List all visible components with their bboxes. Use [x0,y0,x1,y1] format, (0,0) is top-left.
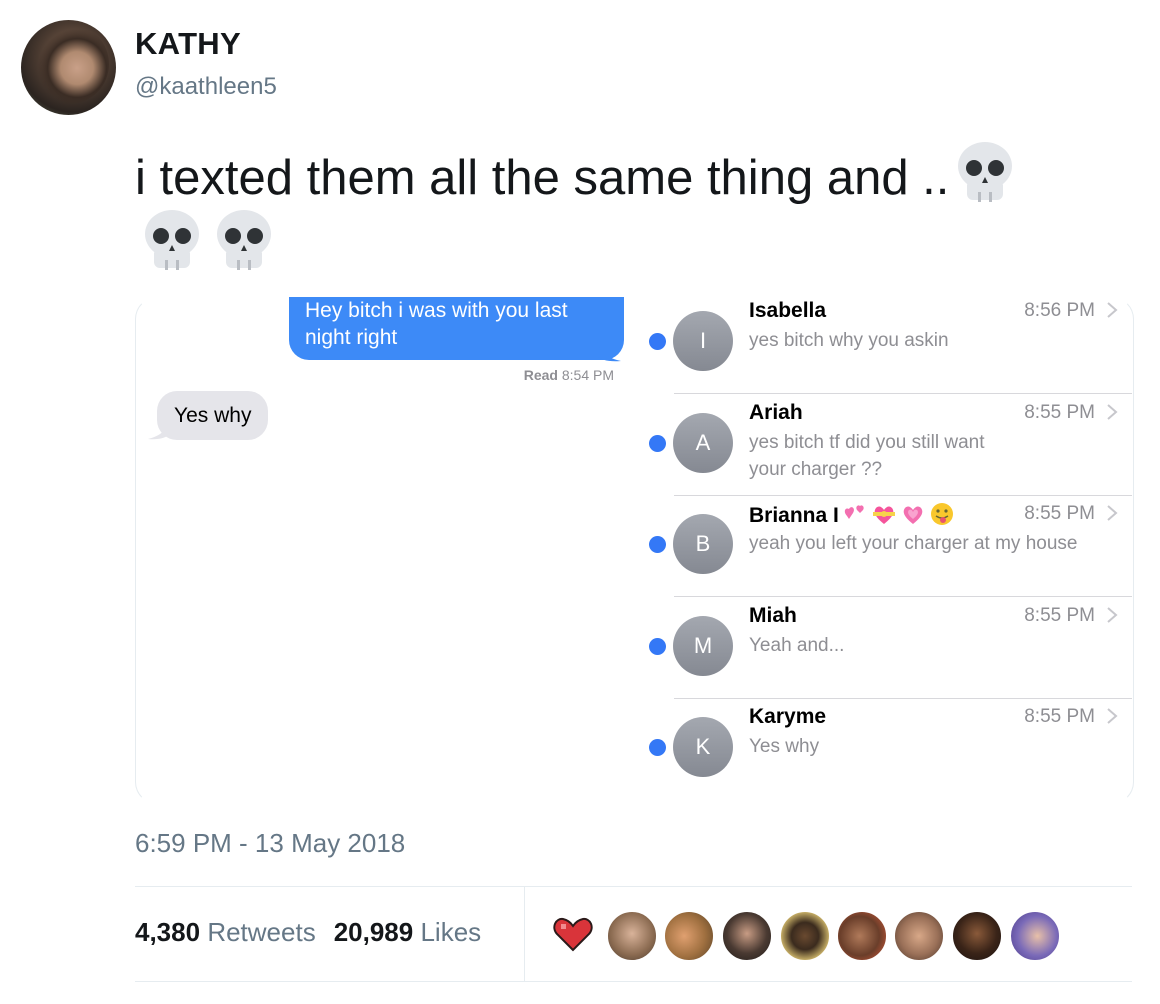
message-time: 8:55 PM [1024,605,1095,626]
pixel-heart-icon [553,917,593,952]
liker-avatar[interactable] [893,910,945,962]
tweet-stats: 4,380 Retweets 20,989 Likes [135,917,481,948]
contact-avatar: B [673,514,733,574]
user-avatar[interactable] [21,20,116,115]
chevron-right-icon [1107,505,1118,521]
skull-icon [217,210,271,270]
unread-dot [649,638,666,655]
contact-avatar: M [673,616,733,676]
tweet-text-body: i texted them all the same thing and .. [135,151,950,205]
conversation-row[interactable]: M Miah 8:55 PM Yeah and... [640,598,1132,699]
tweet-text: i texted them all the same thing and .. [135,140,1135,213]
sent-message-bubble: Hey bitch i was with you last night righ… [289,297,624,360]
message-time: 8:56 PM [1024,300,1095,321]
reply-text: Yes why [174,404,252,427]
liker-avatar[interactable] [951,910,1003,962]
bubble-tail [597,340,621,362]
liker-avatar[interactable] [1009,910,1061,962]
contact-name: Miah [749,604,797,627]
liker-avatar[interactable] [779,910,831,962]
read-receipt: Read 8:54 PM [490,367,614,383]
contact-name: Ariah [749,401,803,424]
conversation-row[interactable]: K Karyme 8:55 PM Yes why [640,699,1132,800]
chevron-right-icon [1107,607,1118,623]
message-preview: Yeah and... [749,635,845,656]
row-divider [674,393,1132,394]
retweets-label: Retweets [207,917,316,947]
conversation-row[interactable]: A Ariah 8:55 PM yes bitch tf did you sti… [640,395,1132,496]
tongue-face-icon [930,503,953,525]
skull-icon [958,142,1013,202]
read-time: 8:54 PM [561,367,614,383]
contact-avatar: I [673,311,733,371]
skull-row [142,208,286,272]
message-preview: yes bitch tf did you still want your cha… [749,432,985,480]
liker-avatar[interactable] [721,910,773,962]
unread-dot [649,739,666,756]
message-time: 8:55 PM [1024,503,1095,524]
reply-bubble: Yes why [157,391,269,440]
row-divider [674,596,1132,597]
conversation-row[interactable]: B Brianna I 8:55 PM yeah you left your c… [640,496,1132,597]
message-preview: Yes why [749,736,820,757]
heart-with-ribbon-icon [872,506,895,524]
contact-avatar: A [673,413,733,473]
message-preview: yeah you left your charger at my house [749,533,1078,554]
contact-name: Brianna I [749,502,955,528]
retweets-count: 4,380 [135,917,201,947]
likes-stat[interactable]: 20,989 Likes [334,917,481,947]
unread-dot [649,333,666,350]
message-time: 8:55 PM [1024,402,1095,423]
unread-dot [649,536,666,553]
likes-count: 20,989 [333,917,414,947]
divider [135,981,1132,982]
conversation-row[interactable]: I Isabella 8:56 PM yes bitch why you ask… [640,293,1132,394]
read-label: Read [523,367,558,383]
contact-name-text: Brianna I [749,504,839,527]
likes-label: Likes [420,917,482,947]
chevron-right-icon [1107,708,1118,724]
sent-message-text: Hey bitch i was with you last night righ… [305,299,568,349]
liker-avatar[interactable] [836,910,888,962]
stats-divider [524,887,525,981]
message-preview: yes bitch why you askin [749,330,949,351]
tweet-timestamp[interactable]: 6:59 PM - 13 May 2018 [135,828,405,859]
message-time: 8:55 PM [1024,706,1095,727]
contact-name: Karyme [749,705,827,728]
chevron-right-icon [1107,302,1118,318]
user-handle[interactable]: @kaathleen5 [135,73,277,101]
bubble-tail [148,418,170,440]
contact-avatar: K [673,717,733,777]
retweets-stat[interactable]: 4,380 Retweets [135,917,316,947]
two-hearts-icon [844,505,864,519]
growing-heart-icon [903,506,923,524]
contact-name: Isabella [749,299,827,322]
user-name[interactable]: KATHY [135,26,241,62]
liker-avatar[interactable] [663,910,715,962]
divider [135,886,1132,887]
liker-avatar[interactable] [606,910,658,962]
chevron-right-icon [1107,404,1118,420]
skull-icon [145,210,199,270]
unread-dot [649,435,666,452]
